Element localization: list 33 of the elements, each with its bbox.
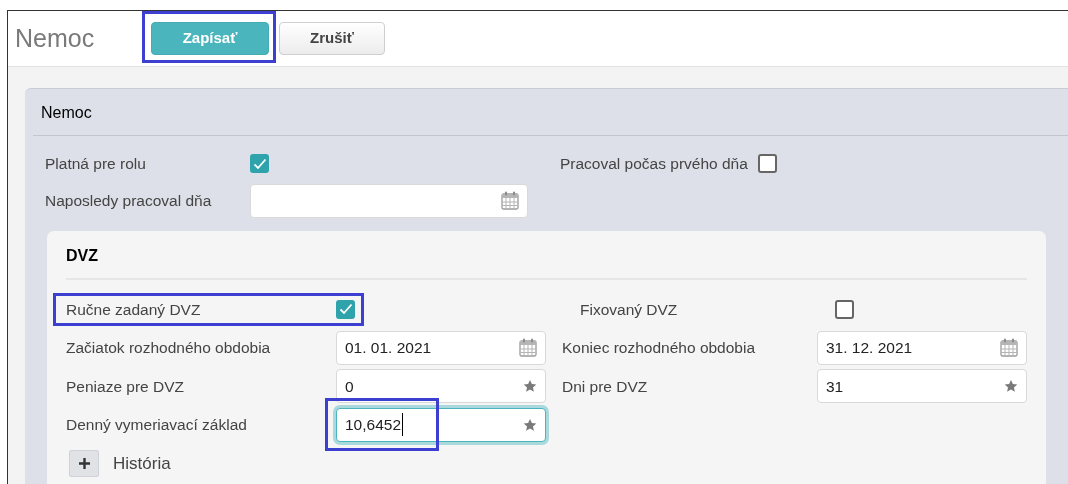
field-label: Pracoval počas prvého dňa	[560, 153, 748, 174]
section-title: DVZ	[66, 244, 1027, 280]
field-label: Naposledy pracoval dňa	[45, 190, 213, 211]
calendar-icon[interactable]	[501, 191, 519, 210]
checkbox[interactable]	[835, 299, 854, 319]
date-field[interactable]: 31. 12. 2021	[817, 330, 1027, 365]
field-label: Začiatok rozhodného obdobia	[66, 338, 272, 359]
cancel-button[interactable]: Zrušiť	[279, 22, 385, 55]
calendar-icon[interactable]	[1000, 338, 1018, 358]
history-label: História	[113, 452, 171, 475]
page-title: Nemoc	[15, 26, 96, 51]
checkbox[interactable]	[757, 154, 777, 173]
star-icon[interactable]	[523, 379, 537, 394]
number-field[interactable]: 10,6452	[336, 407, 546, 442]
date-field[interactable]: 01. 01. 2021	[336, 330, 546, 365]
field-label: Fixovaný DVZ	[580, 299, 679, 320]
field-label: Ručne zadaný DVZ	[66, 299, 202, 320]
calendar-icon[interactable]	[519, 338, 537, 358]
number-field[interactable]: 31	[817, 369, 1027, 404]
plus-icon	[78, 458, 90, 469]
field-label: Platná pre rolu	[45, 153, 147, 174]
checkbox[interactable]	[250, 154, 269, 173]
panel-title: Nemoc	[33, 89, 1068, 136]
checkbox[interactable]	[336, 299, 355, 319]
field-label: Denný vymeriavací základ	[66, 415, 248, 436]
field-label: Koniec rozhodného obdobia	[562, 338, 757, 359]
expand-button[interactable]	[69, 450, 99, 477]
field-label: Dni pre DVZ	[562, 376, 649, 397]
star-icon[interactable]	[1004, 379, 1018, 394]
number-field[interactable]: 0	[336, 369, 546, 404]
star-icon[interactable]	[523, 417, 537, 432]
field-label: Peniaze pre DVZ	[66, 376, 186, 397]
date-field[interactable]	[250, 183, 528, 218]
